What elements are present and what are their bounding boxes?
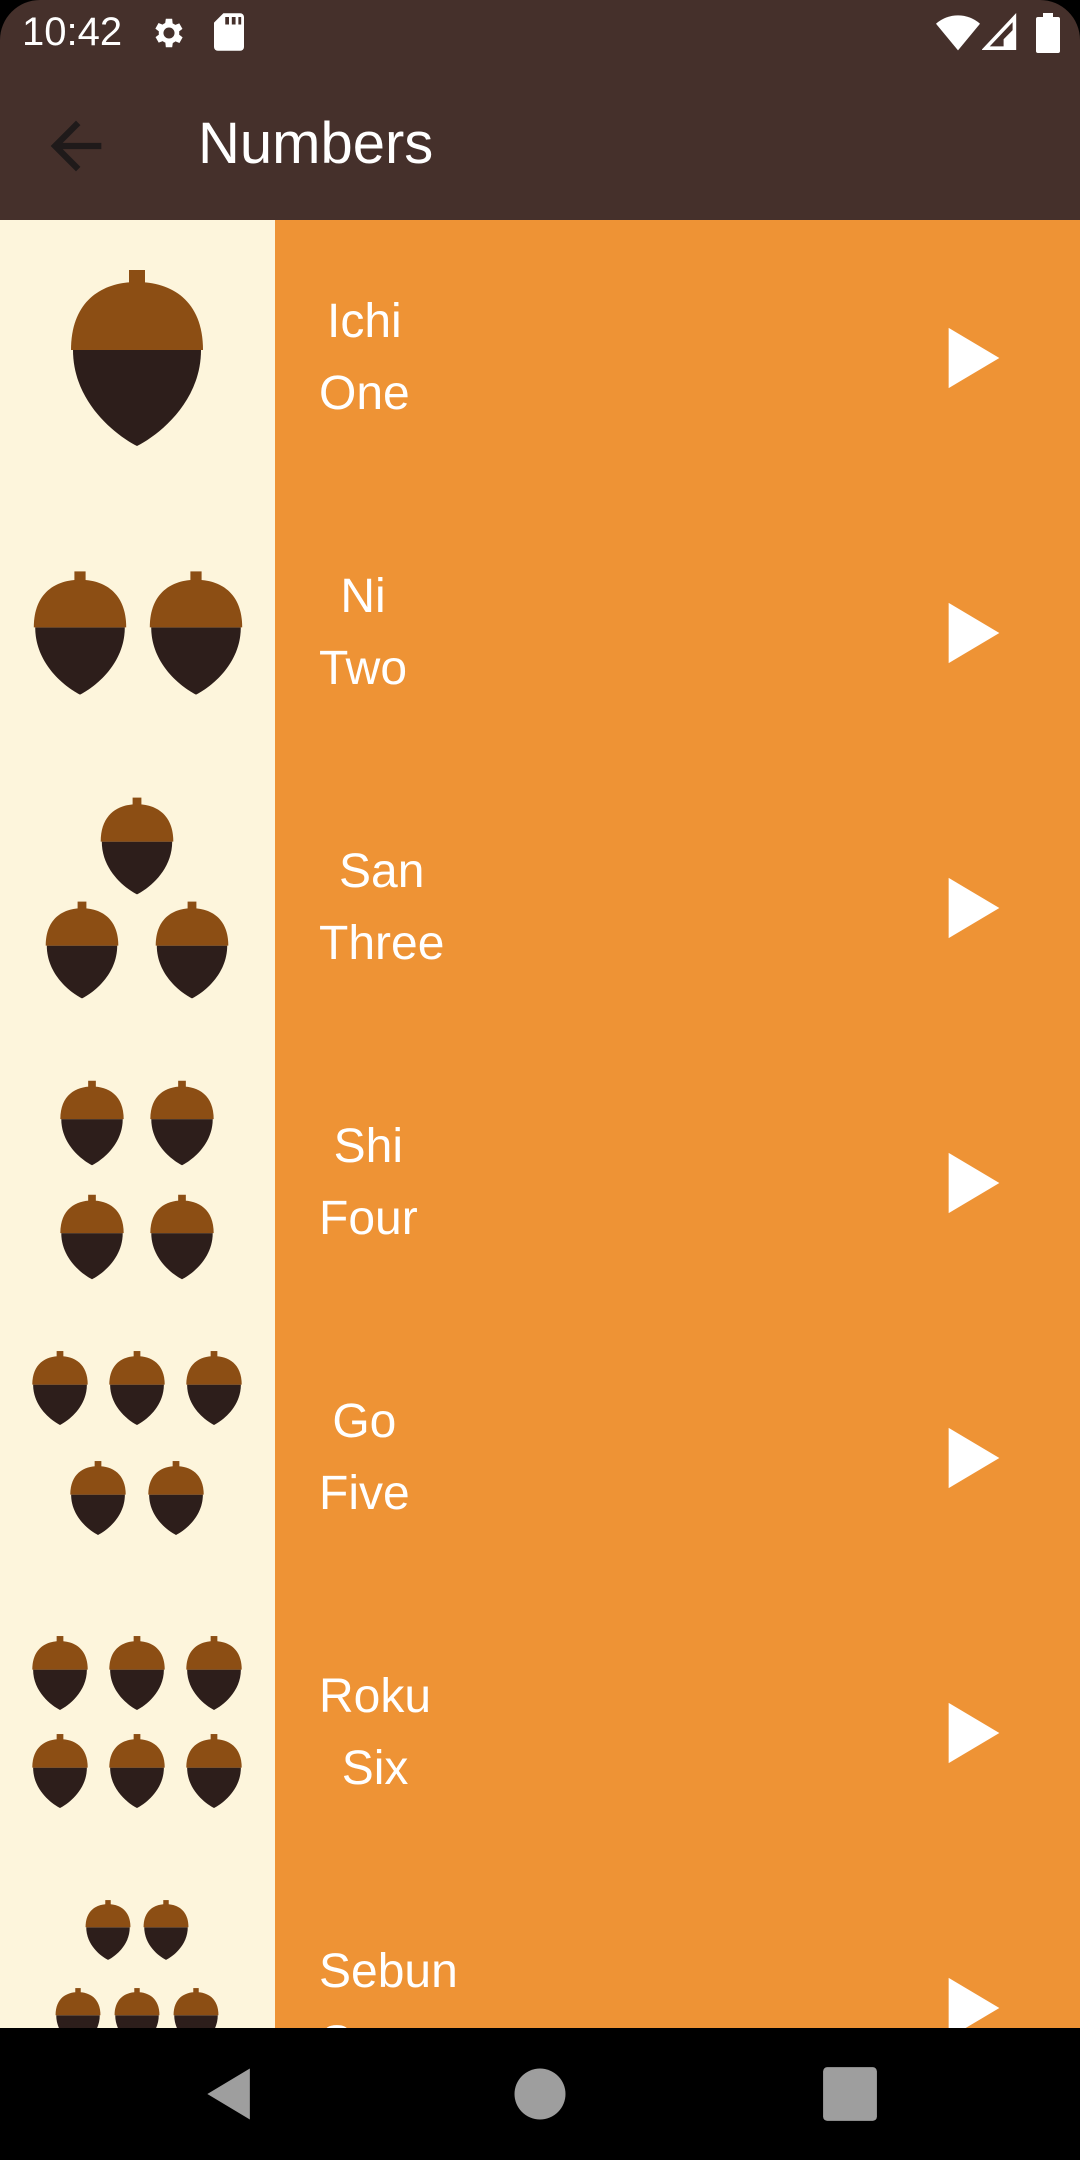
acorn-icon xyxy=(71,270,203,446)
word-text-container: Go Five xyxy=(275,1320,875,1595)
play-icon[interactable] xyxy=(936,1970,1012,2028)
battery-icon xyxy=(1036,13,1060,53)
status-bar: 10:42 xyxy=(0,0,1080,68)
word-pair: San Three xyxy=(319,836,444,980)
word-text-container: San Three xyxy=(275,770,875,1045)
word-pair: Roku Six xyxy=(319,1661,431,1805)
miwok-word: Ichi xyxy=(327,294,402,348)
status-time: 10:42 xyxy=(22,10,123,54)
word-pair: Shi Four xyxy=(319,1111,418,1255)
miwok-word: Roku xyxy=(319,1669,432,1723)
word-text-container: Roku Six xyxy=(275,1595,875,1870)
miwok-word: Ni xyxy=(340,569,386,623)
english-word: Six xyxy=(341,1741,409,1795)
miwok-word: Go xyxy=(332,1394,397,1448)
acorn-icon xyxy=(60,1080,214,1280)
acorn-image xyxy=(0,1870,275,2028)
play-icon[interactable] xyxy=(936,1145,1012,1221)
word-pair: Ichi One xyxy=(319,286,410,430)
acorn-image xyxy=(0,495,275,770)
play-icon[interactable] xyxy=(936,870,1012,946)
cell-signal-icon xyxy=(982,13,1017,50)
acorn-image xyxy=(0,1595,275,1870)
back-triangle-icon[interactable] xyxy=(196,2060,264,2128)
word-text-container: Sebun Seven xyxy=(275,1870,875,2029)
acorn-image xyxy=(0,1045,275,1320)
acorn-image xyxy=(0,220,275,495)
play-icon[interactable] xyxy=(936,1695,1012,1771)
english-word: Four xyxy=(319,1191,418,1245)
play-icon[interactable] xyxy=(936,595,1012,671)
navigation-bar xyxy=(0,2028,1080,2160)
page-title: Numbers xyxy=(198,111,434,176)
acorn-image xyxy=(0,1320,275,1595)
wifi-icon xyxy=(936,15,980,51)
english-word: One xyxy=(319,366,410,420)
word-pair: Go Five xyxy=(319,1386,410,1530)
list-item[interactable]: San Three xyxy=(0,770,1080,1045)
arrow-left-icon[interactable] xyxy=(38,108,114,184)
english-word: Five xyxy=(319,1466,410,1520)
list-item[interactable]: Roku Six xyxy=(0,1595,1080,1870)
word-text-container: Shi Four xyxy=(275,1045,875,1320)
gear-icon xyxy=(155,18,183,48)
list-item[interactable]: Shi Four xyxy=(0,1045,1080,1320)
word-text-container: Ichi One xyxy=(275,220,875,495)
acorn-image xyxy=(0,770,275,1045)
app-bar: Numbers xyxy=(0,68,1080,220)
list-item[interactable]: Go Five xyxy=(0,1320,1080,1595)
play-icon[interactable] xyxy=(936,1420,1012,1496)
acorn-icon xyxy=(32,1636,242,1808)
english-word: Seven xyxy=(320,2008,456,2029)
home-circle-icon[interactable] xyxy=(506,2060,574,2128)
word-pair: Ni Two xyxy=(319,561,407,705)
english-word: Two xyxy=(319,641,408,695)
sd-card-icon xyxy=(214,13,244,51)
list-item[interactable]: Ni Two xyxy=(0,495,1080,770)
word-text-container: Ni Two xyxy=(275,495,875,770)
acorn-icon xyxy=(45,797,229,999)
miwok-word: Shi xyxy=(333,1119,404,1173)
english-word: Three xyxy=(319,916,445,970)
list-item[interactable]: Sebun Seven xyxy=(0,1870,1080,2028)
acorn-icon xyxy=(55,1900,219,2028)
acorn-icon xyxy=(33,571,243,695)
miwok-word: San xyxy=(338,844,425,898)
recents-square-icon[interactable] xyxy=(816,2060,884,2128)
play-icon[interactable] xyxy=(936,320,1012,396)
numbers-list[interactable]: Ichi One Ni Two San Three Shi Four Go Five Roku Six… xyxy=(0,220,1080,2028)
word-pair: Sebun Seven xyxy=(319,1936,458,2029)
list-item[interactable]: Ichi One xyxy=(0,220,1080,495)
screen: 10:42 Numbers Ichi One Ni Two San Three Shi Fou… xyxy=(0,0,1080,2160)
miwok-word: Sebun xyxy=(319,1944,458,1998)
acorn-icon xyxy=(32,1351,242,1535)
